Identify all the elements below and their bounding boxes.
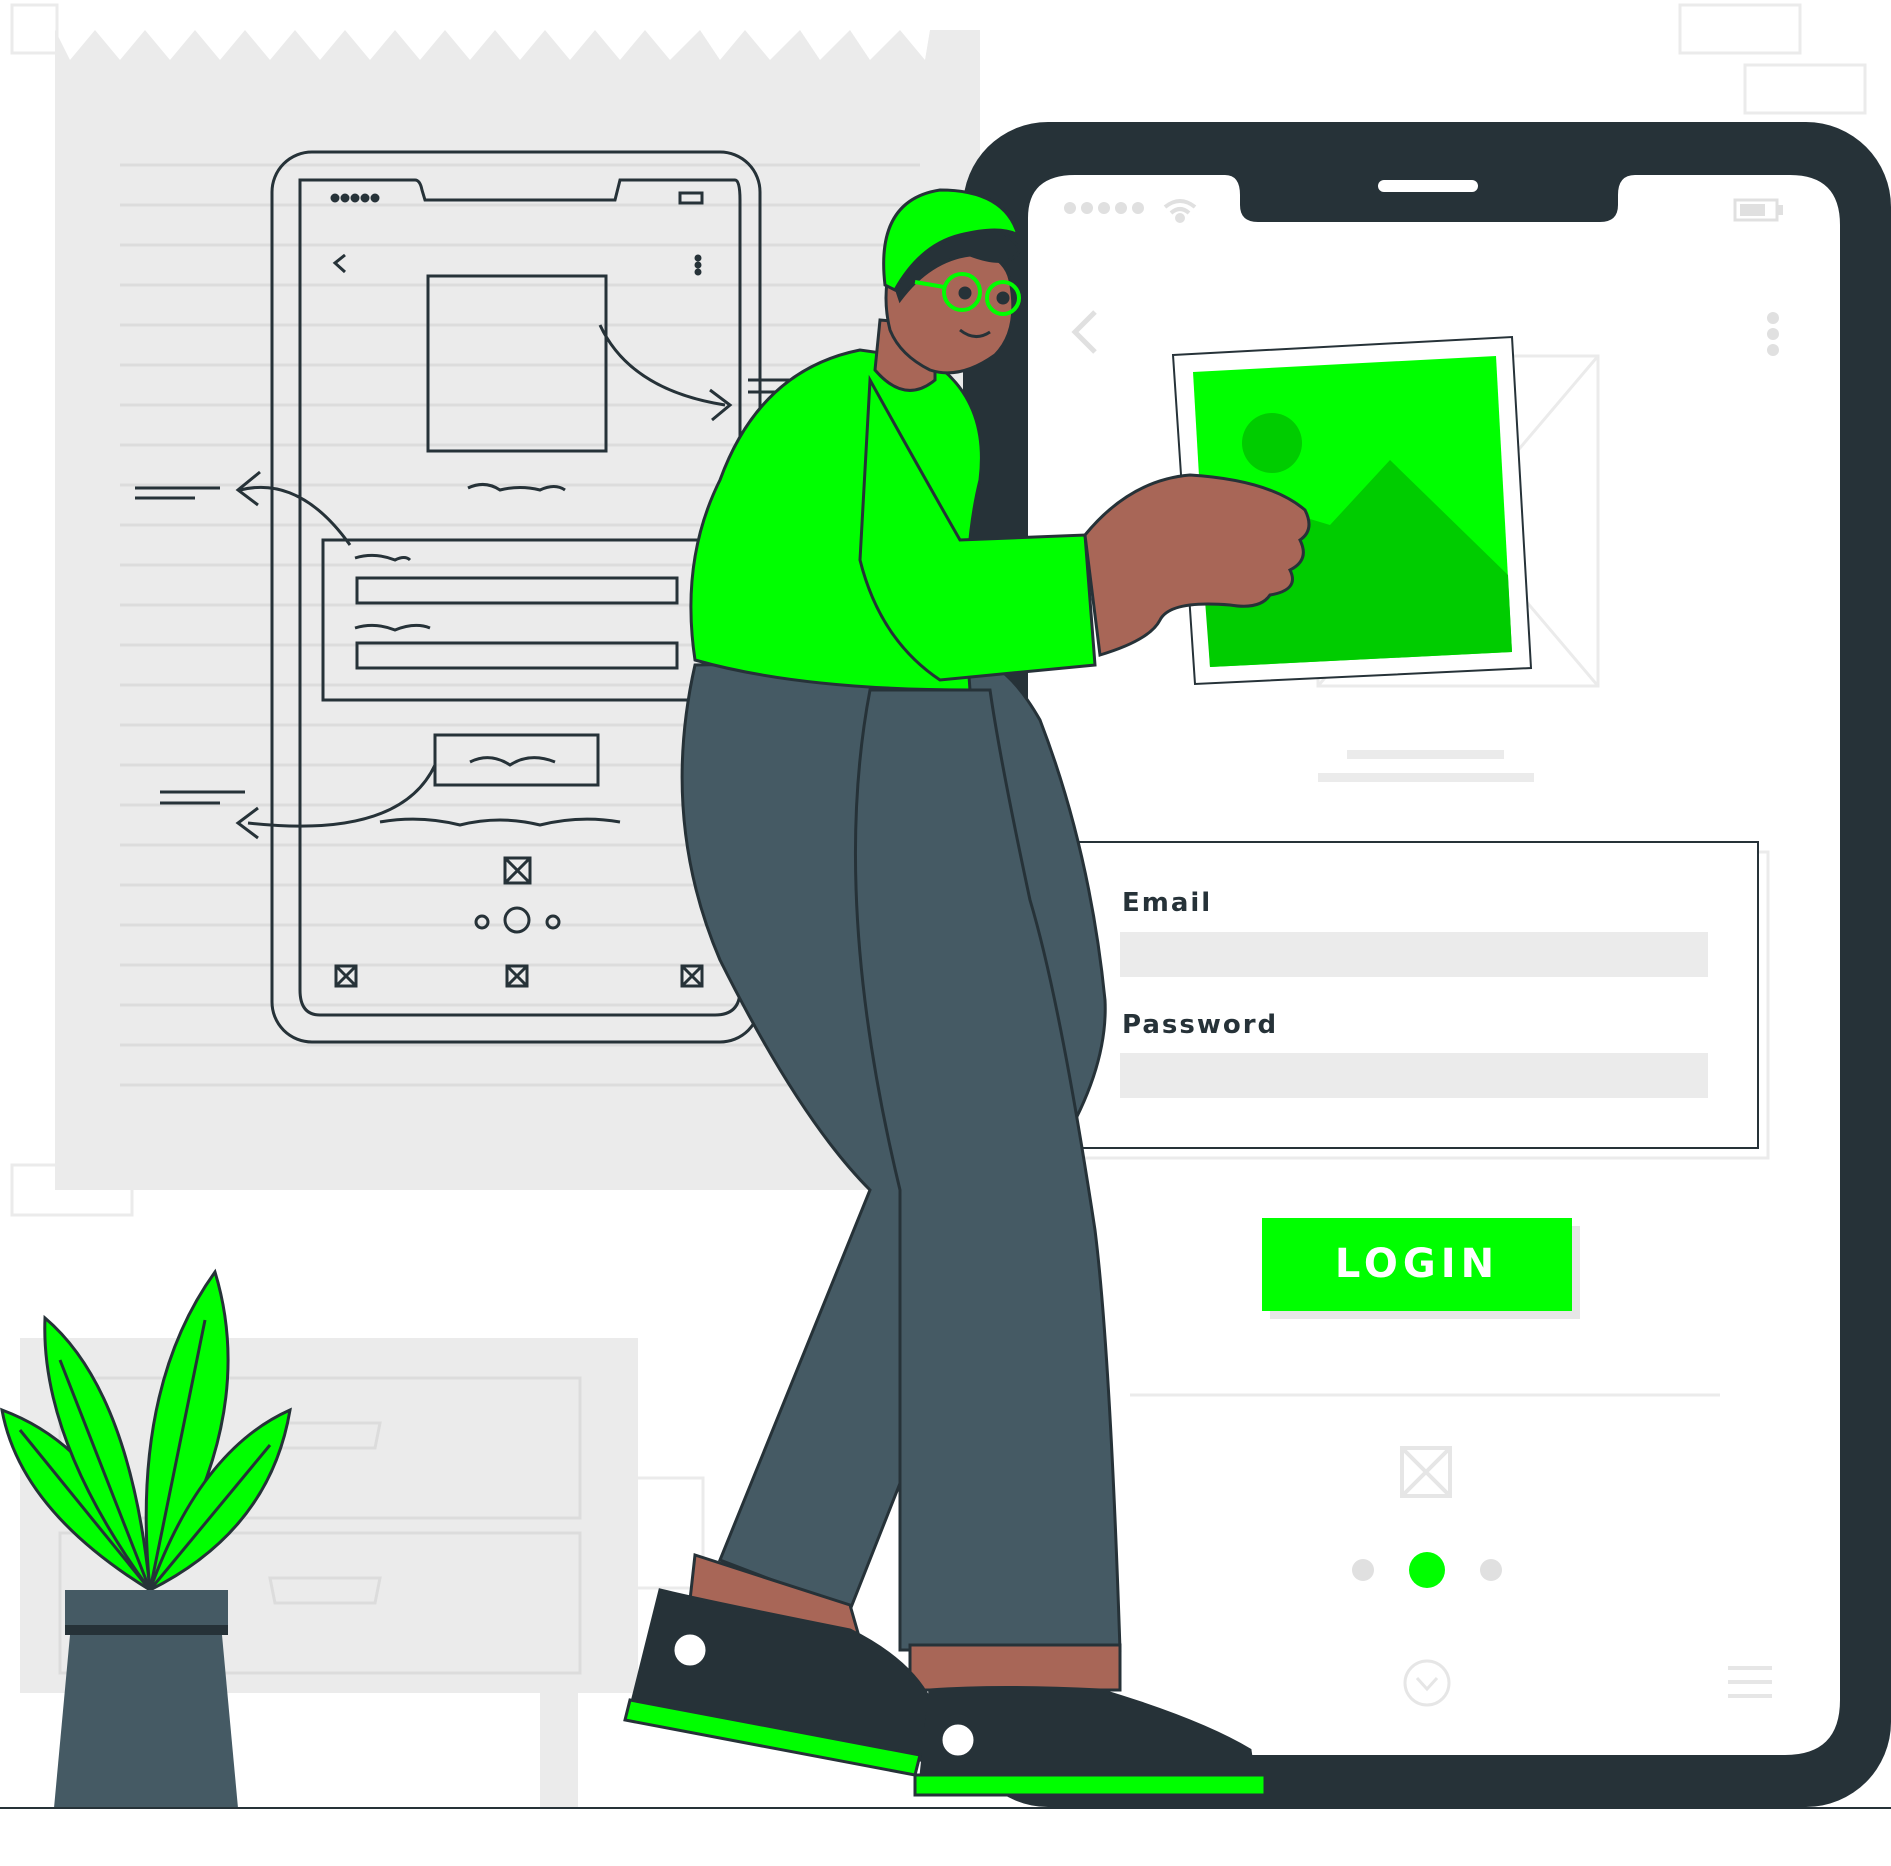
login-button-label: LOGIN xyxy=(1334,1241,1500,1287)
carousel-dot[interactable] xyxy=(1480,1559,1502,1581)
email-field[interactable] xyxy=(1120,932,1708,977)
password-field[interactable] xyxy=(1120,1053,1708,1098)
login-button[interactable]: LOGIN xyxy=(1262,1218,1572,1311)
carousel-dot[interactable] xyxy=(1352,1559,1374,1581)
password-label: Password xyxy=(1122,1010,1279,1040)
email-label: Email xyxy=(1122,888,1213,918)
carousel-dot-active[interactable] xyxy=(1409,1552,1445,1588)
more-vertical-icon[interactable] xyxy=(1767,312,1779,356)
